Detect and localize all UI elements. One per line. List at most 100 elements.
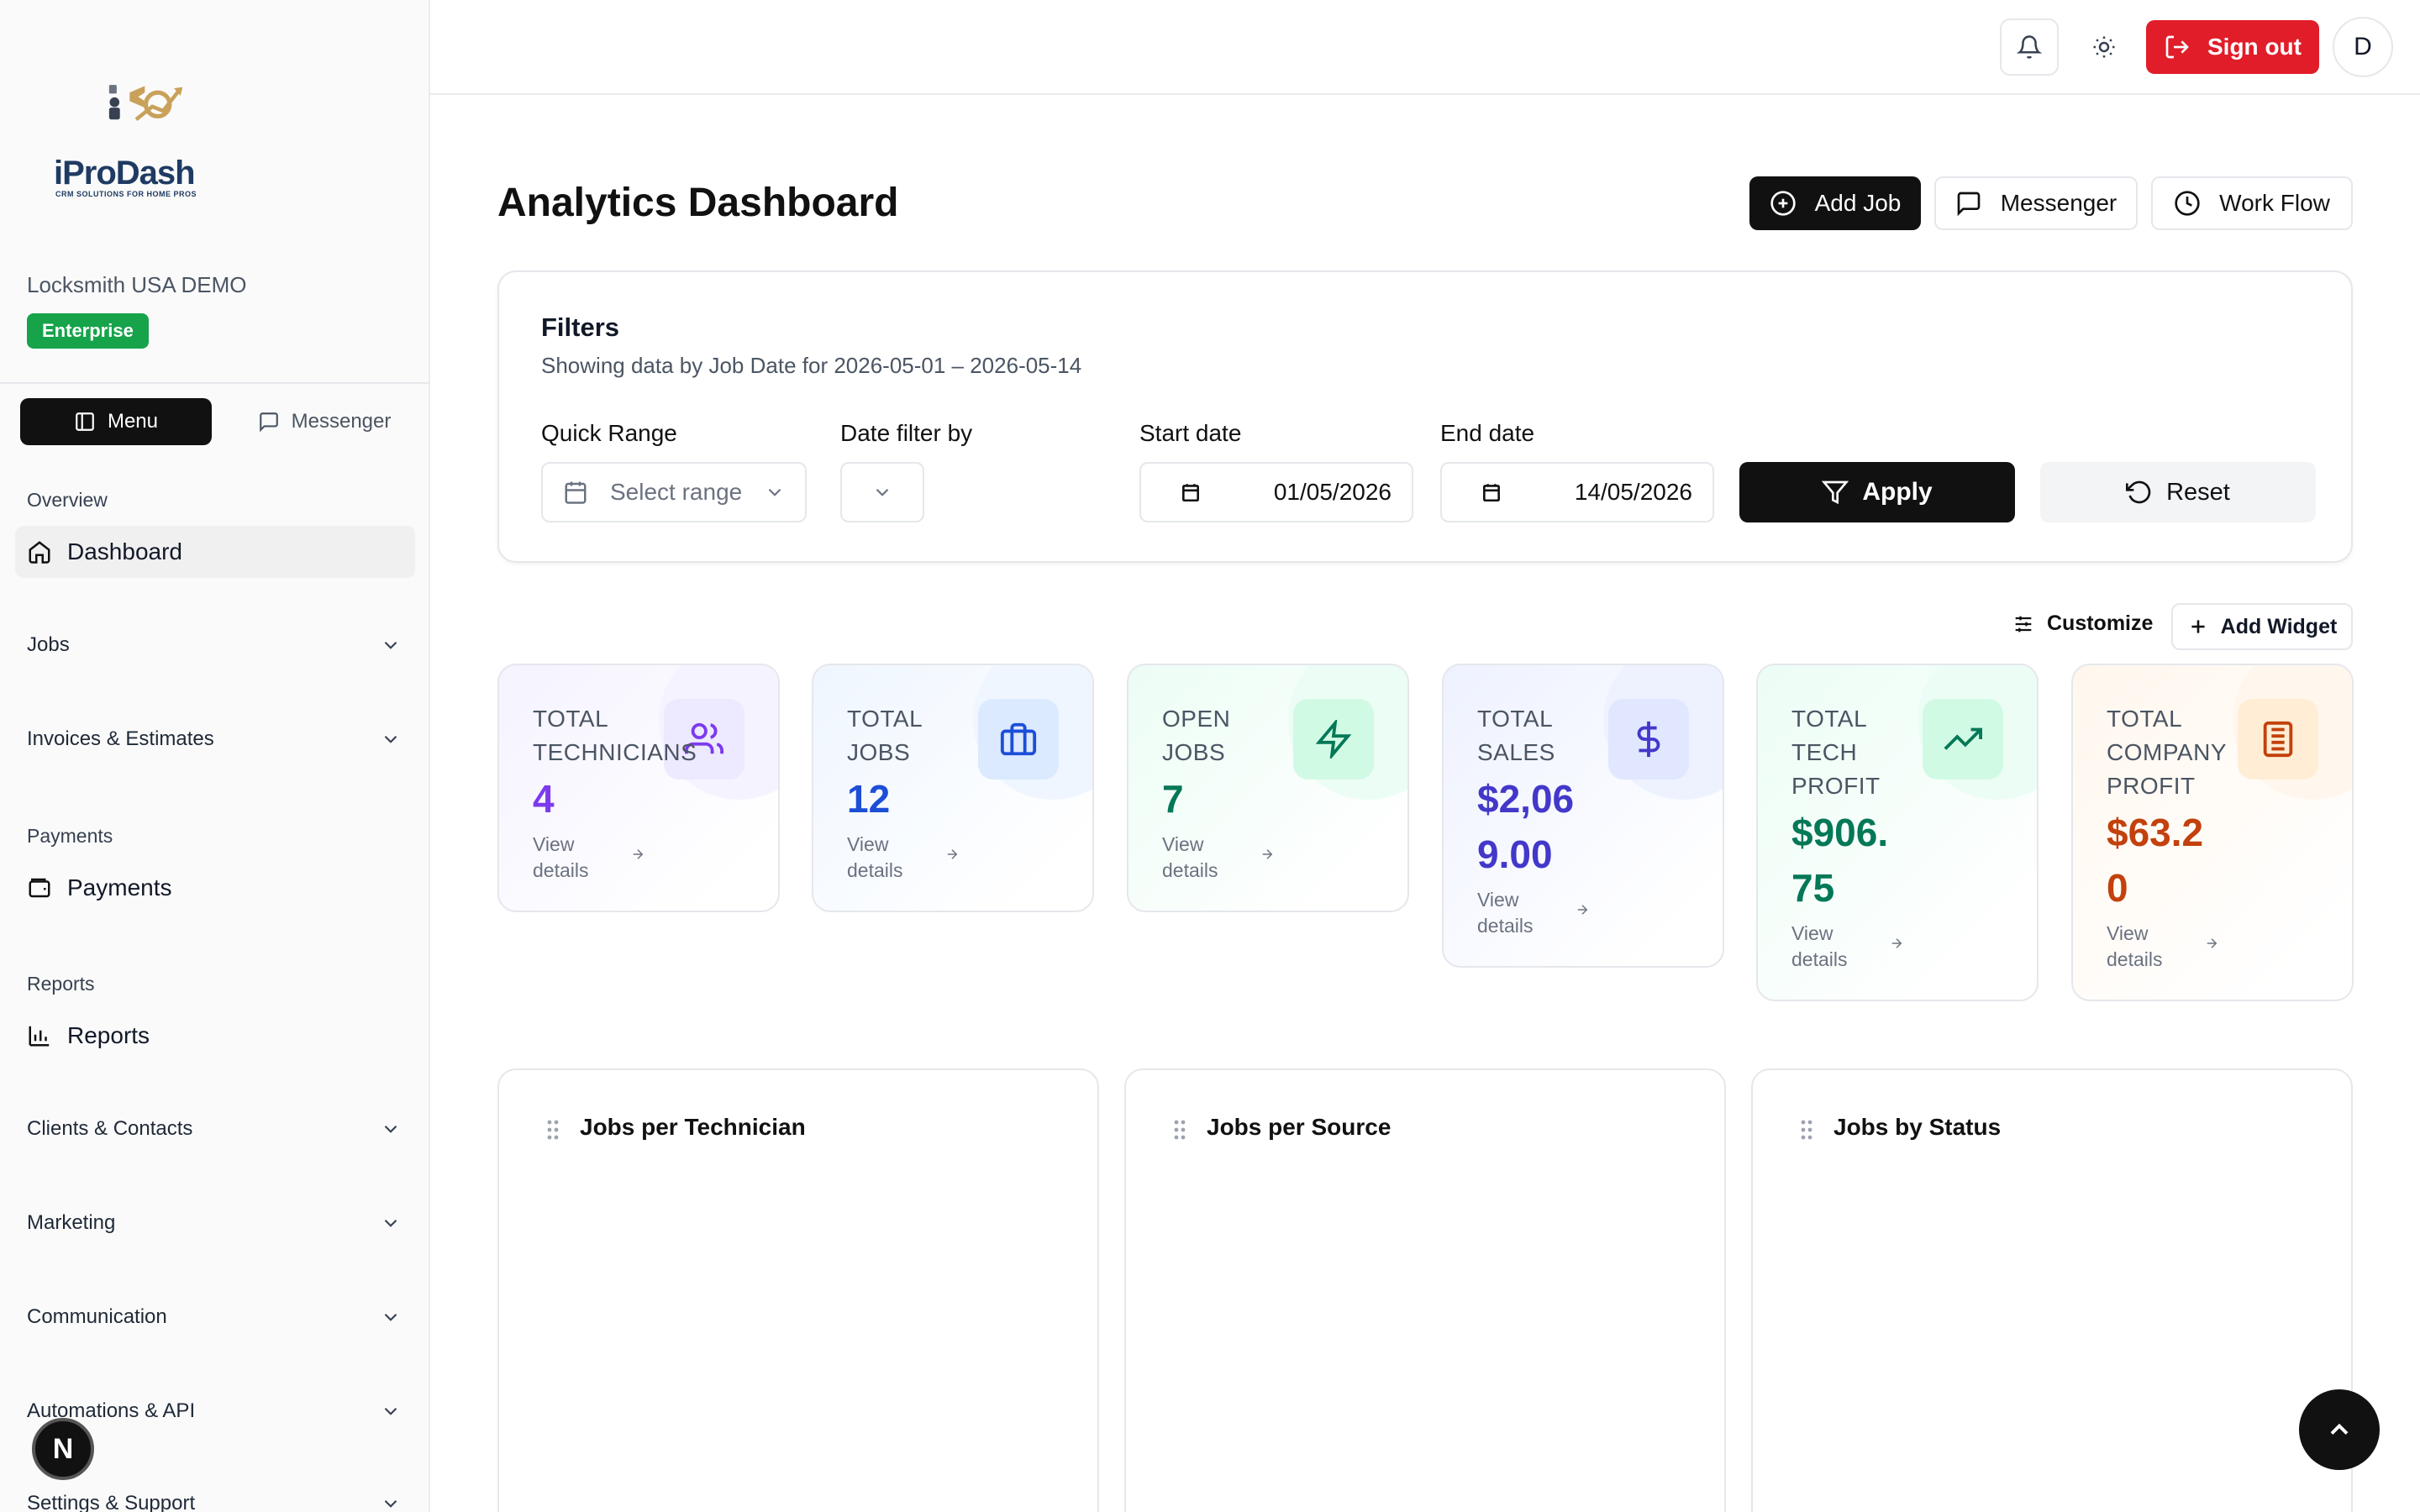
stat-value-line: 4 — [533, 777, 555, 821]
work-flow-button[interactable]: Work Flow — [2151, 176, 2353, 230]
stat-label-line: TOTAL — [1791, 706, 1868, 732]
sidebar-group-communication-label: Communication — [27, 1305, 167, 1328]
section-label-overview: Overview — [27, 489, 108, 511]
sidebar-group-jobs-label: Jobs — [27, 633, 70, 656]
arrow-right-icon[interactable] — [1575, 902, 1590, 922]
user-avatar[interactable]: D — [2333, 17, 2393, 77]
stat-card: TOTAL SALES $2,06 9.00 View details — [1442, 664, 1724, 968]
arrow-right-icon[interactable] — [944, 847, 960, 867]
date-filter-select[interactable] — [840, 462, 924, 522]
stat-label-line: TOTAL — [533, 706, 609, 732]
stat-value-line: $63.2 — [2107, 811, 2204, 854]
sidebar-group-invoices-label: Invoices & Estimates — [27, 727, 214, 750]
stat-value: 4 — [533, 771, 555, 827]
theme-toggle-button[interactable] — [2075, 18, 2133, 76]
date-filter-label: Date filter by — [840, 420, 973, 446]
filter-icon — [1822, 480, 1849, 505]
messenger-label: Messenger — [2000, 190, 2118, 216]
stat-label: TOTAL TECH PROFIT — [1791, 702, 1881, 803]
calendar-icon — [1483, 484, 1500, 502]
view-details-link[interactable]: View details — [847, 832, 902, 884]
scroll-to-top-button[interactable] — [2299, 1389, 2380, 1470]
view-details-link[interactable]: View details — [533, 832, 588, 884]
view-details-link[interactable]: View details — [2107, 921, 2162, 973]
brand-logo-icon[interactable] — [52, 81, 220, 156]
stat-card: TOTAL COMPANY PROFIT $63.2 0 View details — [2071, 664, 2354, 1001]
start-date-label: Start date — [1139, 420, 1242, 446]
message-square-icon — [259, 412, 278, 433]
bell-icon — [2017, 35, 2042, 59]
view-details-link[interactable]: View details — [1162, 832, 1218, 884]
sidebar-divider — [0, 382, 429, 384]
chevron-down-icon — [384, 735, 397, 743]
chart-widget-jobs-per-technician: Jobs per Technician — [497, 1068, 1099, 1512]
page-title: Analytics Dashboard — [497, 181, 899, 225]
sidebar-group-clients[interactable]: Clients & Contacts — [27, 1117, 402, 1141]
quick-range-label: Quick Range — [541, 420, 677, 446]
chart-widget-title: Jobs by Status — [1833, 1114, 2002, 1140]
stat-value-line: 12 — [847, 777, 891, 821]
sidebar-group-jobs[interactable]: Jobs — [27, 633, 402, 657]
sidebar-tab-messenger[interactable]: Messenger — [229, 398, 420, 445]
sidebar-group-invoices[interactable]: Invoices & Estimates — [27, 727, 402, 751]
sliders-icon — [2015, 616, 2032, 632]
sidebar-tab-menu[interactable]: Menu — [20, 398, 212, 445]
stat-icon-tile — [978, 699, 1059, 780]
messenger-button[interactable]: Messenger — [1934, 176, 2138, 230]
drag-handle-icon[interactable] — [546, 1119, 560, 1141]
quick-range-select[interactable]: Select range — [541, 462, 807, 522]
view-details-link[interactable]: View details — [1477, 887, 1533, 939]
view-details-line: View — [1162, 833, 1204, 855]
chevron-down-icon — [384, 1125, 397, 1133]
stat-value-line: 9.00 — [1477, 832, 1553, 876]
stat-card: TOTAL TECHNICIANS 4 View details — [497, 664, 780, 912]
add-job-button[interactable]: Add Job — [1749, 176, 1921, 230]
stat-label-line: TOTAL — [2107, 706, 2183, 732]
view-details-line: details — [1791, 948, 1848, 970]
trending-up-icon — [1944, 727, 1982, 750]
stat-value: 12 — [847, 771, 890, 827]
sidebar-item-reports[interactable]: Reports — [15, 1010, 415, 1062]
view-details-link[interactable]: View details — [1791, 921, 1847, 973]
arrow-right-icon[interactable] — [630, 847, 645, 867]
sidebar-group-marketing[interactable]: Marketing — [27, 1211, 402, 1235]
framework-badge-button[interactable]: N — [32, 1418, 94, 1480]
apply-button[interactable]: Apply — [1739, 462, 2015, 522]
notifications-button[interactable] — [2000, 18, 2059, 76]
section-label-payments: Payments — [27, 825, 113, 847]
arrow-right-icon[interactable] — [1889, 936, 1904, 956]
drag-handle-icon[interactable] — [1800, 1119, 1813, 1141]
reset-button[interactable]: Reset — [2040, 462, 2316, 522]
sidebar-group-automations[interactable]: Automations & API — [27, 1399, 402, 1423]
sun-icon — [2093, 36, 2115, 58]
end-date-input[interactable]: 14/05/2026 — [1440, 462, 1714, 522]
arrow-right-icon[interactable] — [1260, 847, 1275, 867]
sidebar-item-payments[interactable]: Payments — [15, 862, 415, 914]
sidebar-panel-icon — [76, 412, 94, 431]
arrow-right-icon[interactable] — [2204, 936, 2219, 956]
sidebar-item-dashboard[interactable]: Dashboard — [15, 526, 415, 578]
work-flow-label: Work Flow — [2219, 190, 2330, 216]
bar-chart-icon — [29, 1026, 50, 1047]
drag-handle-icon[interactable] — [1173, 1119, 1186, 1141]
sidebar: iProDash CRM SOLUTIONS FOR HOME PROS Loc… — [0, 0, 430, 1512]
company-name: Locksmith USA DEMO — [27, 272, 247, 297]
customize-button[interactable]: Customize — [2012, 612, 2153, 636]
sidebar-group-communication[interactable]: Communication — [27, 1305, 402, 1329]
add-widget-button[interactable]: Add Widget — [2171, 603, 2353, 650]
stat-label-line: TECHNICIANS — [533, 739, 697, 765]
stat-icon-tile — [1293, 699, 1374, 780]
dollar-icon — [1637, 721, 1660, 758]
chevron-down-icon — [384, 1407, 397, 1415]
filters-card: Filters Showing data by Job Date for 202… — [497, 270, 2353, 563]
sidebar-group-settings[interactable]: Settings & Support — [27, 1492, 402, 1512]
start-date-input[interactable]: 01/05/2026 — [1139, 462, 1413, 522]
stat-card: TOTAL TECH PROFIT $906. 75 View details — [1756, 664, 2039, 1001]
stat-label-line: TECH — [1791, 739, 1858, 765]
customize-label: Customize — [2047, 612, 2154, 635]
wallet-icon — [29, 878, 50, 898]
view-details-line: details — [533, 859, 589, 881]
section-label-reports: Reports — [27, 973, 95, 995]
sign-out-button[interactable]: Sign out — [2146, 20, 2319, 74]
stat-label-line: PROFIT — [1791, 773, 1881, 799]
